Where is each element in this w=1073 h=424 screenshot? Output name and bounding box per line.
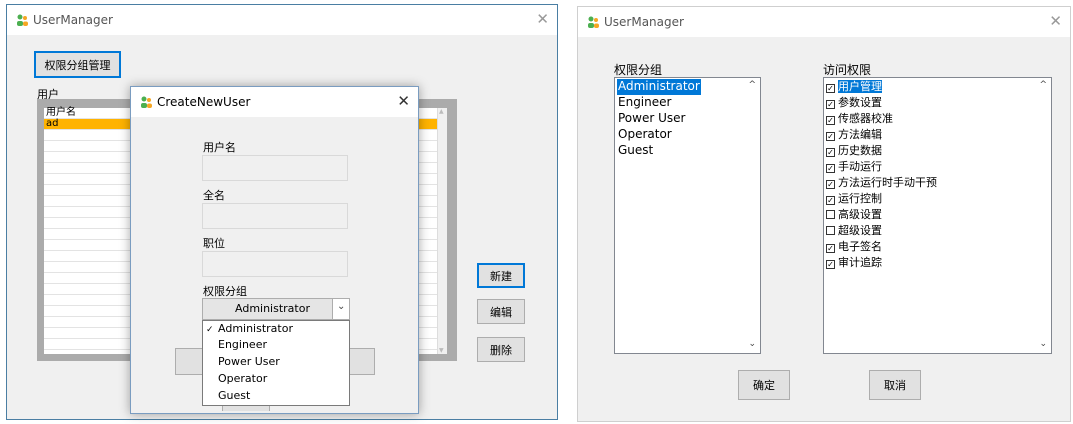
group-dropdown-list[interactable]: ✓ Administrator Engineer Power User Oper… [202, 320, 350, 406]
users-icon [588, 16, 599, 28]
fullname-field[interactable] [202, 203, 348, 229]
list-item-engineer[interactable]: Engineer [617, 95, 672, 111]
permission-super-settings[interactable]: 超级设置 [826, 223, 882, 239]
permission-user-management[interactable]: ✓ 用户管理 [826, 79, 882, 95]
scroll-down-icon[interactable]: ▼ [439, 347, 444, 354]
close-icon[interactable]: ✕ [1049, 12, 1062, 30]
users-icon [141, 96, 152, 108]
create-new-user-dialog: CreateNewUser ✕ 用户名 全名 职位 权限分组 Administr… [130, 86, 419, 414]
checkbox-checked-icon[interactable]: ✓ [826, 260, 835, 269]
username-field[interactable] [202, 155, 348, 181]
permission-advanced-settings[interactable]: 高级设置 [826, 207, 882, 223]
delete-button[interactable]: 删除 [477, 337, 525, 362]
grid-scrollbar[interactable]: ▲ ▼ [437, 108, 447, 354]
group-select-button[interactable]: ⌄ [332, 299, 349, 319]
checkbox-checked-icon[interactable]: ✓ [826, 180, 835, 189]
new-button[interactable]: 新建 [477, 263, 525, 288]
group-select-value: Administrator [235, 302, 310, 315]
dropdown-option-guest[interactable]: Guest [218, 388, 250, 404]
dropdown-option-engineer[interactable]: Engineer [218, 337, 267, 353]
right-usermanager-window: UserManager ✕ 权限分组 Administrator Enginee… [577, 6, 1071, 422]
list-item-administrator[interactable]: Administrator [617, 79, 701, 95]
checkmark-icon: ✓ [206, 325, 214, 335]
position-field[interactable] [202, 251, 348, 277]
fullname-label: 全名 [203, 189, 225, 202]
list-item-operator[interactable]: Operator [617, 127, 673, 143]
dialog-ok-button[interactable] [175, 348, 203, 375]
ok-button[interactable]: 确定 [738, 370, 790, 400]
dialog-title: CreateNewUser [157, 95, 251, 109]
chevron-down-icon[interactable]: ⌄ [748, 339, 756, 349]
permission-method-edit[interactable]: ✓ 方法编辑 [826, 127, 882, 143]
checkbox-checked-icon[interactable]: ✓ [826, 132, 835, 141]
permission-run-control[interactable]: ✓ 运行控制 [826, 191, 882, 207]
scroll-up-icon[interactable]: ▲ [439, 108, 444, 115]
position-label: 职位 [203, 237, 225, 250]
list-item-guest[interactable]: Guest [617, 143, 654, 159]
checkbox-checked-icon[interactable]: ✓ [826, 244, 835, 253]
permission-group-manage-button[interactable]: 权限分组管理 [34, 51, 121, 78]
checkbox-checked-icon[interactable]: ✓ [826, 164, 835, 173]
groups-label: 权限分组 [614, 63, 663, 77]
chevron-up-icon[interactable]: ^ [748, 80, 756, 90]
users-icon [17, 14, 28, 26]
username-label: 用户名 [203, 141, 236, 154]
edit-button[interactable]: 编辑 [477, 299, 525, 324]
dropdown-option-operator[interactable]: Operator [218, 371, 267, 387]
list-item-power-user[interactable]: Power User [617, 111, 686, 127]
checkbox-unchecked-icon[interactable] [826, 210, 835, 219]
close-icon[interactable]: ✕ [397, 92, 410, 110]
window-title: UserManager [33, 13, 113, 27]
group-select[interactable]: Administrator ⌄ [202, 298, 350, 320]
checkbox-checked-icon[interactable]: ✓ [826, 196, 835, 205]
close-icon[interactable]: ✕ [536, 10, 549, 28]
permission-manual-intervention[interactable]: ✓ 方法运行时手动干预 [826, 175, 937, 191]
dropdown-option-power-user[interactable]: Power User [218, 354, 280, 370]
dropdown-option-administrator[interactable]: Administrator [218, 321, 293, 337]
groups-listbox[interactable]: Administrator Engineer Power User Operat… [614, 77, 761, 354]
chevron-down-icon: ⌄ [337, 301, 346, 312]
access-label: 访问权限 [823, 63, 872, 77]
checkbox-checked-icon[interactable]: ✓ [826, 148, 835, 157]
group-label: 权限分组 [203, 285, 247, 298]
permission-manual-run[interactable]: ✓ 手动运行 [826, 159, 882, 175]
permission-history-data[interactable]: ✓ 历史数据 [826, 143, 882, 159]
chevron-down-icon[interactable]: ⌄ [1039, 339, 1047, 349]
dialog-cancel-button[interactable] [347, 348, 375, 375]
permission-audit-trail[interactable]: ✓ 审计追踪 [826, 255, 882, 271]
checkbox-unchecked-icon[interactable] [826, 226, 835, 235]
left-title-bar: UserManager ✕ [7, 5, 557, 35]
checkbox-checked-icon[interactable]: ✓ [826, 116, 835, 125]
permission-e-signature[interactable]: ✓ 电子签名 [826, 239, 882, 255]
chevron-up-icon[interactable]: ^ [1039, 80, 1047, 90]
cancel-button[interactable]: 取消 [869, 370, 921, 400]
right-title-bar: UserManager ✕ [578, 7, 1070, 37]
checkbox-checked-icon[interactable]: ✓ [826, 100, 835, 109]
permissions-listbox[interactable]: ✓ 用户管理 ✓ 参数设置 ✓ 传感器校准 ✓ 方法编辑 ✓ 历史数据 ✓ 手动运行 ✓ 方法… [823, 77, 1052, 354]
dialog-title-bar: CreateNewUser ✕ [131, 87, 418, 117]
checkbox-checked-icon[interactable]: ✓ [826, 84, 835, 93]
permission-parameter-settings[interactable]: ✓ 参数设置 [826, 95, 882, 111]
permission-sensor-calibration[interactable]: ✓ 传感器校准 [826, 111, 893, 127]
window-title: UserManager [604, 15, 684, 29]
